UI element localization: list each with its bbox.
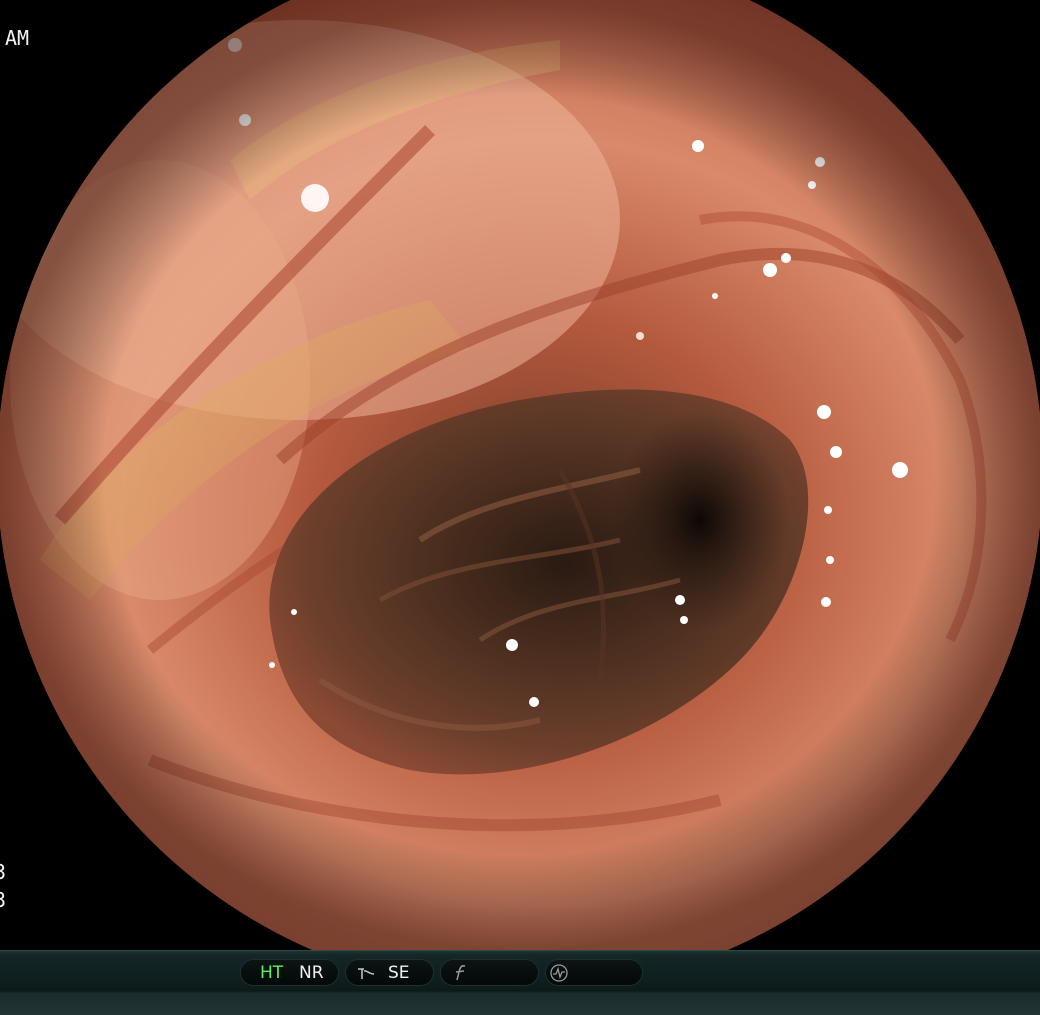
mode-pill-function [440,959,539,986]
endoscopic-view [0,0,1040,950]
time-label: AM [5,26,30,50]
mode-pill-se: SE [345,959,434,986]
nr-indicator: NR [299,963,324,983]
se-indicator: SE [388,963,410,983]
status-bar: HT NR SE [0,950,1040,1015]
side-info-line-1: 3 [0,860,7,884]
side-info-line-2: 3 [0,888,7,912]
function-f-icon [455,965,466,981]
waveform-circle-icon [550,964,568,982]
mode-pill-waveform [545,959,643,986]
mode-pill-ht-nr: HT NR [240,959,339,986]
ht-indicator: HT [260,963,284,983]
enhancement-curve-icon [358,968,375,979]
